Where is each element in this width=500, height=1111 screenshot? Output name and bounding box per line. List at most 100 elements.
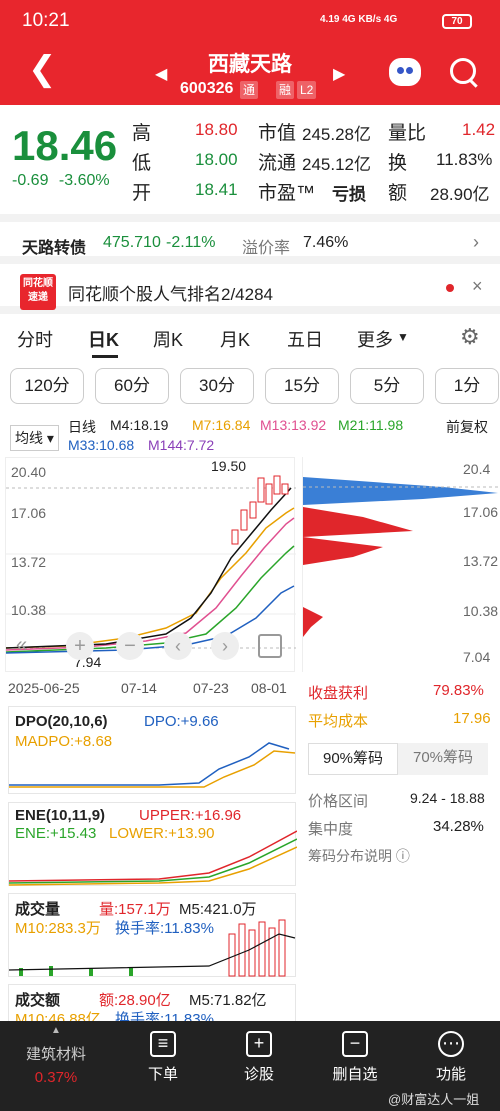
dist-y-2: 17.06	[463, 504, 499, 520]
prev-stock-icon[interactable]: ◀	[155, 64, 167, 84]
dist-y-4: 10.38	[463, 603, 499, 619]
ma-m33: M33:10.68	[68, 437, 135, 453]
amount-value-ind: 额:28.90亿	[99, 992, 171, 1009]
concentration-value: 34.28%	[433, 818, 484, 835]
pan-left-icon[interactable]: ‹	[164, 632, 192, 660]
dpo-panel[interactable]: DPO(20,10,6) DPO:+9.66 MADPO:+8.68	[8, 706, 296, 794]
concentration-label: 集中度	[308, 821, 354, 838]
x-tick-3: 07-23	[193, 680, 229, 696]
dpo-name[interactable]: DPO(20,10,6)	[15, 713, 108, 730]
dpo-value: DPO:+9.66	[144, 713, 219, 730]
amount-m5: M5:71.82亿	[189, 992, 267, 1009]
volratio-value: 1.42	[462, 120, 496, 139]
status-time: 10:21	[22, 10, 70, 31]
ene-name[interactable]: ENE(10,11,9)	[15, 807, 105, 824]
popularity-rank-row[interactable]: 同花顺 速递 同花顺个股人气排名2/4284 ×	[0, 256, 500, 314]
madpo-value: MADPO:+8.68	[15, 733, 113, 750]
y-tick-3: 13.72	[11, 554, 47, 570]
sector-name[interactable]: 建筑材料	[0, 1043, 112, 1064]
period-60min[interactable]: 60分	[95, 368, 169, 404]
volume-m10: M10:283.3万	[15, 920, 101, 937]
amount-value: 28.90亿	[430, 185, 490, 204]
ene-panel[interactable]: ENE(10,11,9) UPPER:+16.96 ENE:+15.43 LOW…	[8, 802, 297, 886]
zoom-out-icon[interactable]: «	[16, 634, 27, 657]
tab-weekly-k[interactable]: 周K	[153, 326, 183, 352]
nav-remove-watchlist[interactable]: − 删自选	[320, 1031, 390, 1084]
high-label: 高	[132, 123, 152, 144]
watermark: @财富达人一姐	[388, 1092, 480, 1107]
pe-label: 市盈™	[258, 183, 316, 204]
period-15min[interactable]: 15分	[265, 368, 339, 404]
pe-value: 亏损	[332, 185, 366, 204]
period-1min[interactable]: 1分	[435, 368, 499, 404]
ma-legend: 均线 ▾ 日线 M4:18.19 M7:16.84 M13:13.92 M21:…	[0, 415, 500, 457]
more-icon: ⋯	[438, 1031, 464, 1057]
chip-90-tab[interactable]: 90%筹码	[308, 743, 398, 775]
amount-name[interactable]: 成交额	[15, 989, 60, 1010]
convertible-bond-row[interactable]: 天路转债 475.710 -2.11% 溢价率 7.46% ›	[0, 214, 500, 257]
low-value: 18.00	[195, 150, 238, 169]
ths-logo: 同花顺 速递	[20, 274, 56, 310]
period-120min[interactable]: 120分	[10, 368, 84, 404]
avg-cost-label: 平均成本	[308, 713, 369, 730]
status-network: 4.19 4G KB/s 4G	[320, 14, 398, 25]
tab-five-day[interactable]: 五日	[287, 326, 323, 352]
kline-chart[interactable]: 20.40 17.06 13.72 10.38 19.50 7.94 « + −…	[5, 457, 296, 672]
assistant-robot-icon[interactable]	[389, 58, 421, 86]
price-change: -0.69 -3.60%	[12, 172, 110, 190]
tab-daily-k[interactable]: 日K	[88, 326, 119, 352]
adjust-mode[interactable]: 前复权	[446, 417, 488, 437]
search-icon[interactable]	[450, 58, 476, 84]
dist-y-1: 20.4	[463, 461, 491, 477]
chip-distribution[interactable]: 20.4 17.06 13.72 10.38 7.04	[302, 457, 499, 672]
bond-name: 天路转债	[22, 240, 87, 257]
premium-label: 溢价率	[242, 240, 291, 257]
period-30min[interactable]: 30分	[180, 368, 254, 404]
fullscreen-icon[interactable]	[258, 634, 282, 658]
ma-m4: M4:18.19	[110, 417, 169, 433]
tab-intraday[interactable]: 分时	[17, 326, 53, 352]
ma-m21: M21:11.98	[338, 417, 404, 433]
volume-name[interactable]: 成交量	[15, 898, 60, 919]
tab-monthly-k[interactable]: 月K	[220, 326, 250, 352]
amount-label: 额	[388, 183, 408, 204]
nav-functions[interactable]: ⋯ 功能	[416, 1031, 486, 1084]
chip-help-link[interactable]: 筹码分布说明 ⓘ	[308, 846, 410, 866]
close-icon[interactable]: ×	[472, 276, 483, 297]
volume-panel[interactable]: 成交量 量:157.1万 M5:421.0万 M10:283.3万 换手率:11…	[8, 893, 296, 977]
minus-icon[interactable]: −	[116, 632, 144, 660]
open-value: 18.41	[195, 180, 238, 199]
settings-icon[interactable]: ⚙	[460, 324, 480, 350]
high-value: 18.80	[195, 120, 238, 139]
tag-l2: L2	[297, 81, 317, 99]
tab-more[interactable]: 更多	[357, 326, 393, 352]
amount-panel[interactable]: 成交额 额:28.90亿 M5:71.82亿 M10:46.88亿 换手率:11…	[8, 984, 296, 1024]
x-tick-2: 07-14	[121, 680, 157, 696]
bond-change: -2.11%	[166, 234, 216, 251]
chevron-down-icon[interactable]: ▼	[397, 330, 409, 344]
avg-cost-value: 17.96	[453, 710, 491, 727]
low-label: 低	[132, 153, 152, 174]
open-label: 开	[132, 183, 152, 204]
next-stock-icon[interactable]: ▶	[333, 64, 345, 84]
y-tick-top: 20.40	[11, 464, 47, 480]
order-icon: ≡	[150, 1031, 176, 1057]
tag-margin: 融	[276, 81, 295, 99]
turnover-value: 11.83%	[436, 150, 493, 169]
y-tick-2: 17.06	[11, 505, 47, 521]
chart-tabs: 分时 日K 周K 月K 五日 更多 ▼ ⚙	[0, 322, 500, 356]
ma-selector[interactable]: 均线 ▾	[10, 425, 59, 451]
sector-change: 0.37%	[34, 1069, 78, 1086]
nav-order[interactable]: ≡ 下单	[128, 1031, 198, 1084]
pan-right-icon[interactable]: ›	[211, 632, 239, 660]
profit-label: 收盘获利	[308, 685, 369, 702]
header-bar: 10:21 4.19 4G KB/s 4G 70 ❮ 西藏天路 ◀ ▶ 6003…	[0, 0, 500, 105]
nav-diagnose[interactable]: + 诊股	[224, 1031, 294, 1084]
range-value: 9.24 - 18.88	[410, 790, 485, 806]
zoom-in-icon[interactable]: +	[66, 632, 94, 660]
chip-70-tab[interactable]: 70%筹码	[398, 743, 488, 775]
rank-text: 同花顺个股人气排名2/4284	[68, 285, 273, 304]
ma-line-type: 日线	[68, 419, 96, 435]
period-5min[interactable]: 5分	[350, 368, 424, 404]
remove-icon: −	[342, 1031, 368, 1057]
